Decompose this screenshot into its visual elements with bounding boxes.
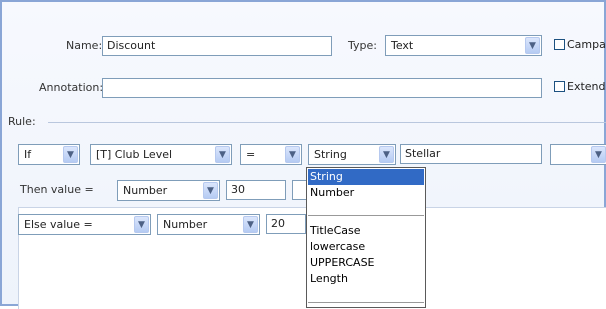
if-field-value: [T] Club Level: [96, 148, 173, 161]
then-type-value: Number: [123, 184, 168, 197]
campaign-checkbox[interactable]: [554, 39, 565, 50]
dropdown-option-length[interactable]: Length: [308, 271, 424, 287]
type-select[interactable]: Text ▼: [385, 35, 542, 56]
if-value-input[interactable]: Stellar: [400, 144, 542, 164]
if-operator-value: =: [246, 148, 256, 161]
annotation-input[interactable]: [102, 78, 542, 98]
chevron-down-icon[interactable]: ▼: [63, 146, 78, 163]
then-type-select[interactable]: Number ▼: [117, 180, 220, 201]
dropdown-option-lowercase[interactable]: lowercase: [308, 239, 424, 255]
type-label: Type:: [348, 39, 377, 52]
dropdown-option-string[interactable]: String: [308, 169, 424, 185]
rule-label: Rule:: [8, 115, 36, 128]
chevron-down-icon[interactable]: ▼: [285, 146, 300, 163]
value-type-dropdown-list[interactable]: String Number TitleCase lowercase UPPERC…: [306, 167, 426, 308]
chevron-down-icon[interactable]: ▼: [525, 37, 540, 54]
extended-checkbox[interactable]: [554, 81, 565, 92]
dropdown-option-uppercase[interactable]: UPPERCASE: [308, 255, 424, 271]
else-type-value: Number: [163, 218, 208, 231]
chevron-down-icon[interactable]: ▼: [215, 146, 230, 163]
else-value-select[interactable]: Else value = ▼: [18, 214, 151, 235]
if-field-select[interactable]: [T] Club Level ▼: [90, 144, 232, 165]
name-label: Name:: [66, 39, 103, 52]
chevron-down-icon[interactable]: ▼: [243, 216, 258, 233]
type-select-value: Text: [391, 39, 414, 52]
if-condition-select[interactable]: If ▼: [18, 144, 80, 165]
dropdown-separator: [308, 215, 424, 216]
else-type-select[interactable]: Number ▼: [157, 214, 260, 235]
extended-checkbox-label: Extend: [567, 80, 606, 93]
name-input[interactable]: Discount: [102, 36, 332, 56]
then-value-label: Then value =: [20, 183, 94, 196]
dropdown-option-titlecase[interactable]: TitleCase: [308, 223, 424, 239]
if-value-type-value: String: [314, 148, 347, 161]
if-operator-select[interactable]: = ▼: [240, 144, 302, 165]
rule-editor-window: Name: Discount Type: Text ▼ Campa Annota…: [0, 0, 606, 309]
else-value-label: Else value =: [24, 218, 93, 231]
annotation-label: Annotation:: [39, 81, 104, 94]
chevron-down-icon[interactable]: ▼: [203, 182, 218, 199]
if-condition-value: If: [24, 148, 32, 161]
chevron-down-icon[interactable]: ▼: [591, 146, 606, 163]
campaign-checkbox-label: Campa: [567, 38, 606, 51]
if-value-type-select[interactable]: String ▼: [308, 144, 396, 165]
then-value-input[interactable]: 30: [226, 180, 286, 200]
dropdown-separator: [308, 302, 424, 303]
chevron-down-icon[interactable]: ▼: [134, 216, 149, 233]
chevron-down-icon[interactable]: ▼: [379, 146, 394, 163]
rule-separator: [48, 122, 606, 123]
else-value-input[interactable]: 20: [266, 214, 306, 234]
if-extra-select[interactable]: ▼: [550, 144, 606, 165]
dropdown-option-number[interactable]: Number: [308, 185, 424, 201]
